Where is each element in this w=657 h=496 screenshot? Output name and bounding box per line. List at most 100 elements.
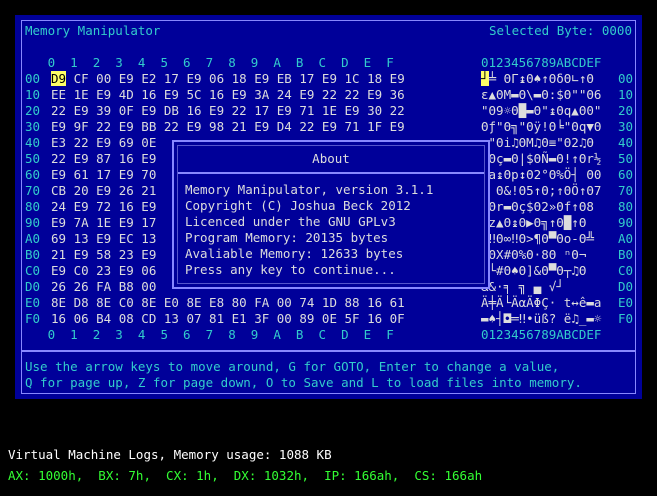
row-address-right: 60 [618, 167, 634, 182]
row-bytes[interactable]: E9 61 17 E9 70 [51, 167, 156, 182]
row-address: E0 [25, 295, 41, 310]
app-title: Memory Manipulator [25, 23, 161, 38]
row-bytes[interactable]: 22 E9 87 16 E9 [51, 151, 156, 166]
row-address: 00 [25, 71, 41, 86]
row-bytes[interactable]: 16 06 B4 08 CD 13 07 81 E1 3F 00 89 0E 5… [51, 311, 405, 326]
row-bytes[interactable]: 21 E9 58 23 E9 [51, 247, 156, 262]
row-address-right: D0 [618, 279, 634, 294]
memory-manipulator-window: Memory Manipulator Selected Byte: 0000 0… [15, 15, 642, 399]
row-bytes[interactable]: CB 20 E9 26 21 [51, 183, 156, 198]
selected-byte-cell[interactable]: D9 [51, 71, 67, 86]
row-bytes[interactable]: 8E D8 8E C0 8E E0 8E E8 80 FA 00 74 1D 8… [51, 295, 405, 310]
row-ascii: π"Θi♫ΘM♫Θ≡"Θ2♫Θ [481, 135, 594, 151]
selected-byte-indicator: Selected Byte: 0000 [489, 23, 632, 38]
row-ascii: &&·╕ ╗ ▄ √┘ [481, 279, 564, 295]
row-ascii-text: Θa↨Θp↕Θ2°Θ%Ö┤ Θ0 [481, 167, 602, 182]
row-address: 20 [25, 103, 41, 118]
row-ascii: ┘╧ ΘΓ↨Θ♠↑ΘδΘ∟↑Θ [481, 71, 594, 87]
row-ascii-text: &&·╕ ╗ ▄ √┘ [481, 279, 564, 294]
memory-row[interactable]: 20 22 E9 39 0F E9 DB 16 E9 22 17 E9 71 1E… [25, 103, 633, 119]
row-address: A0 [25, 231, 41, 246]
memory-row[interactable]: 10 EE 1E E9 4D 16 E9 5C 16 E9 3A 24 E9 22… [25, 87, 633, 103]
row-address-right: E0 [618, 295, 634, 310]
about-text: Memory Manipulator, version 3.1.1 Copyri… [185, 182, 434, 277]
row-ascii: "Θç▬Θ|$ΘÑ▬Θ!↑Θr½ [481, 151, 601, 167]
row-bytes[interactable]: CF 00 E9 E2 17 E9 06 18 E9 EB 17 E9 1C 1… [66, 71, 405, 86]
row-ascii-text: ╦ Θ&!Θ5↑Θ;↑ΘÖ↑Θ7 [481, 183, 602, 198]
row-ascii: Θƒ"Θ╗"Θÿ!Θ╘"Θq▼Θ [481, 119, 601, 135]
row-address-right: 30 [618, 119, 634, 134]
row-address: 60 [25, 167, 41, 182]
row-bytes[interactable]: E9 7A 1E E9 17 [51, 215, 156, 230]
row-ascii-text: Ä╪Ä└ÄαÄΦÇ· t↔ê▬a [481, 295, 602, 310]
row-address: 50 [25, 151, 41, 166]
row-bytes[interactable]: 69 13 E9 EC 13 [51, 231, 156, 246]
memory-row[interactable]: 00 D9 CF 00 E9 E2 17 E9 06 18 E9 EB 17 E9… [25, 71, 633, 87]
row-bytes[interactable]: EE 1E E9 4D 16 E9 5C 16 E9 3A 24 E9 22 2… [51, 87, 405, 102]
about-title: About [312, 151, 350, 166]
row-address: 90 [25, 215, 41, 230]
row-bytes[interactable]: 26 26 FA B8 00 [51, 279, 156, 294]
row-address-right: 20 [618, 103, 634, 118]
row-address-right: 80 [618, 199, 634, 214]
memory-row[interactable]: F0 16 06 B4 08 CD 13 07 81 E1 3F 00 89 0E… [25, 311, 633, 327]
row-ascii: "Θ9☼Θ█▬Θ"↨Θq▲Θ0" [481, 103, 601, 119]
row-ascii: Θz▲Θ↨Θ▶Θ╗↑Θ█↑Θ [481, 215, 586, 231]
row-bytes[interactable]: 24 E9 72 16 E9 [51, 199, 156, 214]
row-address-right: 10 [618, 87, 634, 102]
row-ascii: Θ└#Θ♠Θ]&Θ▀Θ┬♫Θ [481, 263, 586, 279]
row-address-right: 90 [618, 215, 634, 230]
row-ascii-text: ╧ ΘΓ↨Θ♠↑ΘδΘ∟↑Θ [488, 71, 594, 86]
row-address-right: A0 [618, 231, 634, 246]
hex-column-header: 0 1 2 3 4 5 6 7 8 9 A B C D E F [47, 55, 394, 70]
row-address: F0 [25, 311, 41, 326]
row-ascii-text: π"Θi♫ΘM♫Θ≡"Θ2♫Θ [481, 135, 594, 150]
row-address: C0 [25, 263, 41, 278]
row-address-right: 40 [618, 135, 634, 150]
row-bytes[interactable]: E3 22 E9 69 0E [51, 135, 156, 150]
row-address: 70 [25, 183, 41, 198]
row-ascii-text: Θ└#Θ♠Θ]&Θ▀Θ┬♫Θ [481, 263, 587, 278]
row-ascii-text: Θƒ"Θ╗"Θÿ!Θ╘"Θq▼Θ [481, 119, 602, 134]
row-ascii-text: "Θç▬Θ|$ΘÑ▬Θ!↑Θr½ [481, 151, 602, 166]
row-address-right: 00 [618, 71, 634, 86]
row-address: 80 [25, 199, 41, 214]
row-ascii-text: $Θr▬Θç$Θ2»Θf↑Θ8 [481, 199, 594, 214]
row-bytes[interactable]: E9 9F 22 E9 BB 22 E9 98 21 E9 D4 22 E9 7… [51, 119, 405, 134]
row-ascii-text: Θz▲Θ↨Θ▶Θ╗↑Θ█↑Θ [481, 215, 587, 230]
row-ascii: i‼Θ∞‼Θ>¶Θ▀Θo-Θ╩ [481, 231, 594, 247]
row-address: B0 [25, 247, 41, 262]
ascii-column-footer: 0123456789ABCDEF [481, 327, 602, 342]
row-ascii-text: !ΘX#Θ%Θ·8Θ ⁿΘ¬ [481, 247, 587, 262]
vm-logs-title: Virtual Machine Logs, Memory usage: 1088… [8, 447, 332, 462]
ascii-column-header: 0123456789ABCDEF [481, 55, 602, 70]
row-ascii-text: ε▲ΘM▬Θ\▬Θ:$Θ""Θ6 [481, 87, 602, 102]
register-readout: AX: 1000h, BX: 7h, CX: 1h, DX: 1032h, IP… [8, 468, 483, 483]
about-dialog[interactable]: About Memory Manipulator, version 3.1.1 … [172, 140, 490, 289]
row-address-right: F0 [618, 311, 634, 326]
row-ascii-text: i‼Θ∞‼Θ>¶Θ▀Θo-Θ╩ [481, 231, 594, 246]
memory-row[interactable]: E0 8E D8 8E C0 8E E0 8E E8 80 FA 00 74 1D… [25, 295, 633, 311]
row-address-right: B0 [618, 247, 634, 262]
row-ascii: Ä╪Ä└ÄαÄΦÇ· t↔ê▬a [481, 295, 601, 311]
row-address: 10 [25, 87, 41, 102]
hex-column-footer: 0 1 2 3 4 5 6 7 8 9 A B C D E F [47, 327, 394, 342]
row-ascii-text: ▬♠┤◘═‼•üß? ë♫_▬☼ [481, 311, 602, 326]
about-divider [178, 172, 484, 174]
row-ascii: ▬♠┤◘═‼•üß? ë♫_▬☼ [481, 311, 601, 327]
help-text: Use the arrow keys to move around, G for… [25, 359, 582, 390]
row-address: D0 [25, 279, 41, 294]
row-bytes[interactable]: 22 E9 39 0F E9 DB 16 E9 22 17 E9 71 1E E… [51, 103, 405, 118]
row-ascii: Θa↨Θp↕Θ2°Θ%Ö┤ Θ0 [481, 167, 601, 183]
row-ascii: ε▲ΘM▬Θ\▬Θ:$Θ""Θ6 [481, 87, 601, 103]
row-address-right: 50 [618, 151, 634, 166]
memory-row[interactable]: 30 E9 9F 22 E9 BB 22 E9 98 21 E9 D4 22 E9… [25, 119, 633, 135]
row-ascii: !ΘX#Θ%Θ·8Θ ⁿΘ¬ [481, 247, 586, 263]
row-address: 30 [25, 119, 41, 134]
row-bytes[interactable]: E9 C0 23 E9 06 [51, 263, 156, 278]
row-ascii: ╦ Θ&!Θ5↑Θ;↑ΘÖ↑Θ7 [481, 183, 601, 199]
row-address-right: 70 [618, 183, 634, 198]
row-address-right: C0 [618, 263, 634, 278]
row-ascii: $Θr▬Θç$Θ2»Θf↑Θ8 [481, 199, 594, 215]
row-address: 40 [25, 135, 41, 150]
